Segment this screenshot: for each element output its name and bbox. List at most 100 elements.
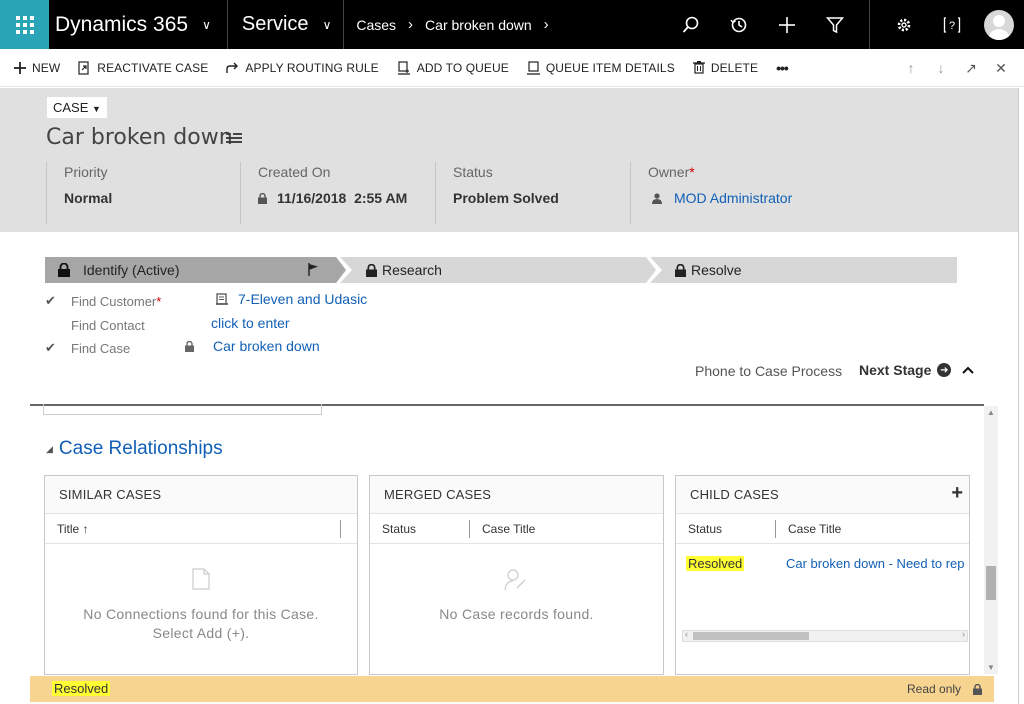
column-status[interactable]: Status: [370, 514, 470, 544]
more-icon: •••: [776, 59, 789, 76]
column-case-title[interactable]: Case Title: [470, 514, 535, 544]
find-customer-value-field[interactable]: 7-Eleven and Udasic: [216, 291, 367, 307]
column-case-title[interactable]: Case Title: [776, 514, 841, 544]
advanced-find-button[interactable]: [811, 0, 859, 49]
contact-icon: [504, 569, 526, 591]
arrow-right-icon: ➜: [937, 363, 952, 377]
flag-icon[interactable]: [308, 263, 319, 276]
merged-cases-title: MERGED CASES: [370, 476, 663, 514]
breadcrumb-cases[interactable]: Cases: [356, 17, 396, 33]
column-title[interactable]: Title ↑: [45, 514, 341, 544]
chevron-right-icon[interactable]: ›: [544, 16, 549, 33]
search-icon: [682, 16, 699, 33]
chevron-up-icon[interactable]: [962, 366, 974, 374]
step-find-contact: Find Contact: [45, 316, 145, 334]
global-actions: ?: [667, 0, 1024, 49]
owner-row: MOD Administrator: [648, 190, 850, 206]
delete-label: DELETE: [710, 60, 759, 75]
scrollbar-thumb[interactable]: [693, 632, 809, 640]
arrow-down-icon[interactable]: ↓: [926, 60, 956, 76]
add-child-case-button[interactable]: +: [951, 482, 963, 505]
user-icon: [652, 192, 662, 204]
reactivate-case-button[interactable]: REACTIVATE CASE: [78, 61, 208, 75]
app-switcher[interactable]: Dynamics 365 ∨: [49, 0, 228, 49]
owner-value[interactable]: MOD Administrator: [674, 190, 792, 206]
similar-cases-title: SIMILAR CASES: [45, 476, 357, 514]
vertical-scrollbar[interactable]: ▲ ▼: [984, 406, 998, 674]
case-relationships-section-header[interactable]: ◢ Case Relationships: [46, 438, 223, 460]
account-icon: [216, 293, 228, 305]
stage-research[interactable]: Research: [366, 262, 442, 278]
column-status[interactable]: Status: [676, 514, 776, 544]
record-header: CASE ▼ Car broken down Priority Normal C…: [0, 88, 1018, 232]
pop-out-icon[interactable]: ↗: [956, 60, 986, 77]
previous-field-box: [43, 404, 322, 415]
app-launcher-button[interactable]: [0, 0, 49, 49]
arrow-up-icon[interactable]: ↑: [896, 60, 926, 76]
find-contact-label: Find Contact: [71, 317, 145, 333]
search-button[interactable]: [667, 0, 715, 49]
area-switcher[interactable]: Service ∨: [228, 0, 345, 49]
find-customer-label: Find Customer: [71, 293, 157, 309]
settings-button[interactable]: [880, 0, 928, 49]
reactivate-case-label: REACTIVATE CASE: [97, 60, 209, 75]
avatar-icon[interactable]: [984, 9, 1014, 40]
recent-records-button[interactable]: [715, 0, 763, 49]
add-to-queue-button[interactable]: ADD TO QUEUE: [397, 61, 509, 75]
status-value[interactable]: Problem Solved: [453, 190, 629, 206]
scroll-left-icon[interactable]: ‹: [685, 629, 688, 639]
required-marker: *: [689, 164, 695, 180]
apply-routing-rule-label: APPLY ROUTING RULE: [245, 60, 379, 75]
new-button[interactable]: NEW: [14, 61, 60, 75]
child-case-title-link[interactable]: Car broken down - Need to rep: [786, 556, 968, 571]
column-divider: [340, 519, 341, 538]
close-icon[interactable]: ✕: [986, 60, 1016, 77]
scrollbar-thumb[interactable]: [986, 566, 996, 600]
similar-cases-columns: Title ↑: [45, 514, 357, 544]
stage-resolve[interactable]: Resolve: [675, 262, 742, 278]
top-navigation-bar: Dynamics 365 ∨ Service ∨ Cases › Car bro…: [0, 0, 1024, 49]
entity-name: CASE: [53, 100, 89, 115]
form-selector[interactable]: CASE ▼: [46, 96, 108, 119]
similar-cases-empty: No Connections found for this Case. Sele…: [45, 605, 357, 643]
priority-value[interactable]: Normal: [64, 190, 239, 206]
status-label: Status: [453, 164, 493, 180]
scroll-down-icon[interactable]: ▼: [987, 663, 995, 672]
process-name[interactable]: Phone to Case Process: [695, 363, 842, 379]
delete-button[interactable]: DELETE: [692, 60, 759, 75]
column-status-label: Status: [382, 521, 417, 536]
chevron-down-icon: ∨: [322, 17, 332, 32]
lock-icon: [973, 683, 983, 695]
created-on-field: Created On 11/16/2018 2:55 AM: [240, 162, 434, 224]
merged-cases-empty: No Case records found.: [439, 606, 594, 622]
help-icon: ?: [943, 16, 961, 33]
find-contact-value-field[interactable]: click to enter: [211, 315, 290, 331]
record-navigation: ↑ ↓ ↗ ✕: [896, 49, 1024, 87]
horizontal-scrollbar[interactable]: ‹ ›: [682, 629, 968, 642]
read-only-label: Read only: [907, 682, 962, 696]
scroll-up-icon[interactable]: ▲: [987, 408, 995, 417]
lock-icon: [58, 263, 70, 277]
next-stage-button[interactable]: Next Stage ➜: [859, 362, 952, 378]
child-cases-title: CHILD CASES: [676, 476, 969, 514]
plus-icon: [779, 16, 795, 33]
quick-create-button[interactable]: [763, 0, 811, 49]
help-button[interactable]: ?: [928, 0, 976, 49]
breadcrumb-record[interactable]: Car broken down: [425, 17, 532, 33]
more-commands-button[interactable]: •••: [776, 59, 789, 76]
check-icon: ✔: [45, 340, 56, 355]
record-status-text: Resolved: [52, 681, 111, 696]
table-row[interactable]: Resolved: [686, 556, 745, 571]
find-case-value-field[interactable]: Car broken down: [213, 338, 320, 354]
lock-icon: [366, 263, 377, 277]
read-only-indicator: Read only: [907, 682, 983, 696]
apply-routing-rule-button[interactable]: APPLY ROUTING RULE: [226, 60, 379, 75]
created-on-row: 11/16/2018 2:55 AM: [258, 190, 434, 206]
collapse-triangle-icon: ◢: [46, 443, 53, 454]
command-bar: NEW REACTIVATE CASE APPLY ROUTING RULE A…: [0, 49, 1024, 87]
priority-field: Priority Normal: [46, 162, 239, 224]
queue-item-details-button[interactable]: QUEUE ITEM DETAILS: [526, 61, 675, 75]
form-menu-icon[interactable]: [226, 131, 242, 149]
stage-identify[interactable]: Identify (Active): [58, 262, 179, 278]
scroll-right-icon[interactable]: ›: [962, 629, 965, 639]
